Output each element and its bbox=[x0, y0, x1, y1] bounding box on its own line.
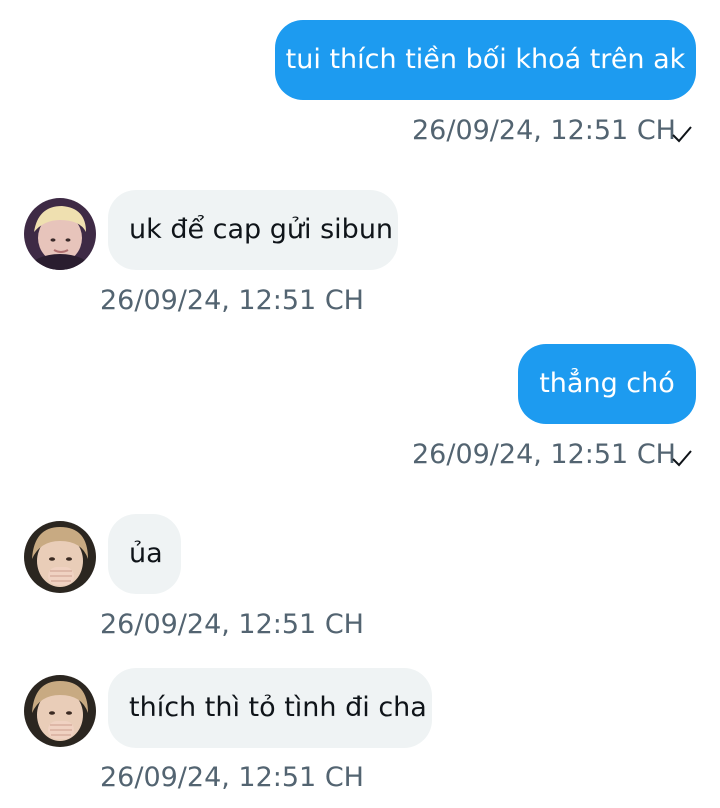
message-timestamp: 26/09/24, 12:51 CH bbox=[100, 762, 364, 793]
message-sent: thẳng chó 26/09/24, 12:51 CH bbox=[0, 330, 720, 480]
message-bubble[interactable]: ủa bbox=[108, 514, 181, 594]
message-timestamp: 26/09/24, 12:51 CH bbox=[100, 609, 364, 640]
avatar-hand-covering-mouth-icon bbox=[24, 675, 96, 747]
message-bubble[interactable]: thích thì tỏ tình đi cha bbox=[108, 668, 432, 748]
check-icon bbox=[672, 450, 692, 467]
avatar[interactable] bbox=[24, 675, 96, 747]
message-sent: tui thích tiền bối khoá trên ak 26/09/24… bbox=[0, 0, 720, 160]
message-timestamp: 26/09/24, 12:51 CH bbox=[412, 115, 676, 146]
message-timestamp: 26/09/24, 12:51 CH bbox=[412, 439, 676, 470]
message-received: ủa 26/09/24, 12:51 CH bbox=[0, 500, 720, 650]
message-timestamp: 26/09/24, 12:51 CH bbox=[100, 285, 364, 316]
message-bubble[interactable]: uk để cap gửi sibun bbox=[108, 190, 398, 270]
avatar[interactable] bbox=[24, 521, 96, 593]
message-bubble[interactable]: thẳng chó bbox=[518, 344, 696, 424]
avatar-blonde-icon bbox=[24, 198, 96, 270]
avatar-hand-covering-mouth-icon bbox=[24, 521, 96, 593]
message-bubble[interactable]: tui thích tiền bối khoá trên ak bbox=[275, 20, 696, 100]
avatar[interactable] bbox=[24, 198, 96, 270]
message-received: uk để cap gửi sibun 26/09/24, 12:51 CH bbox=[0, 180, 720, 320]
message-received: thích thì tỏ tình đi cha 26/09/24, 12:51… bbox=[0, 655, 720, 808]
check-icon bbox=[672, 126, 692, 143]
